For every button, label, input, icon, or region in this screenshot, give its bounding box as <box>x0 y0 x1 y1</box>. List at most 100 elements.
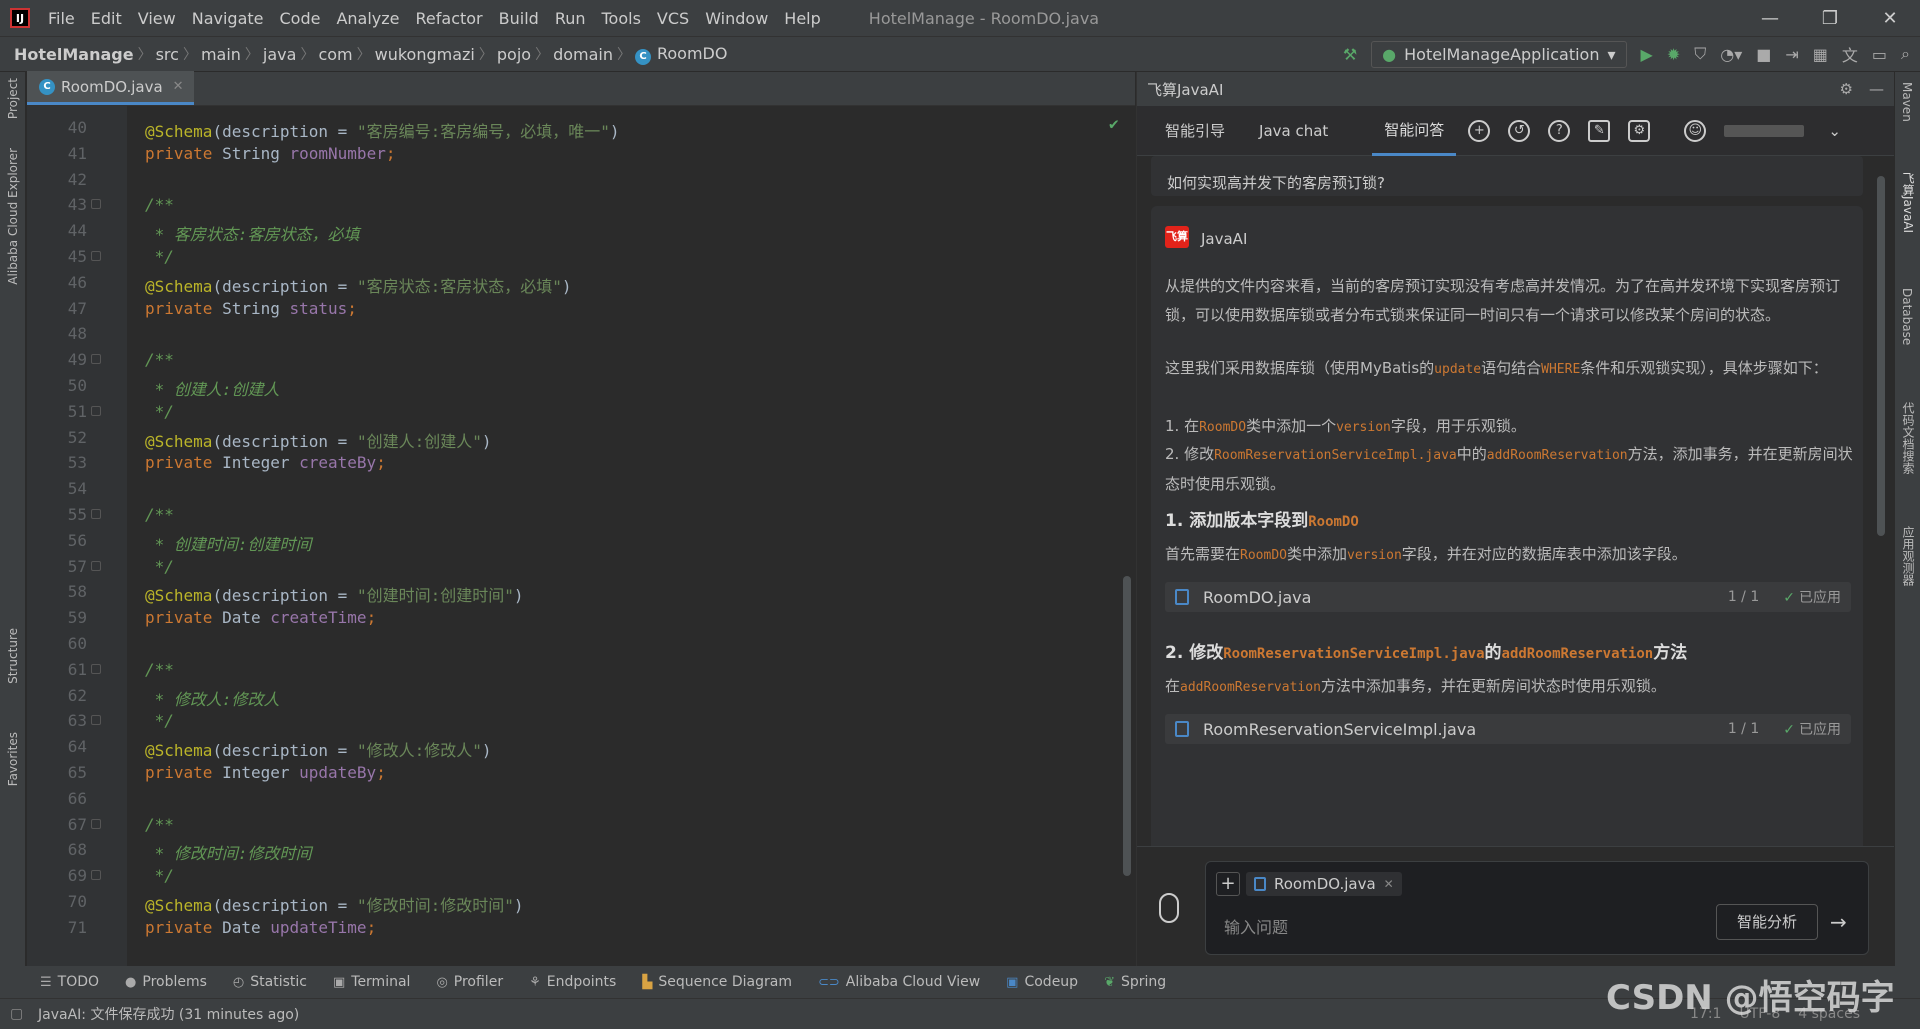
fold-marker-icon[interactable] <box>91 870 101 881</box>
settings-icon[interactable]: ⚙ <box>1628 119 1651 142</box>
edit-icon[interactable]: ✎ <box>1588 119 1611 142</box>
code-token: ) <box>609 122 620 141</box>
build-hammer-icon[interactable]: ⚒ <box>1343 45 1357 64</box>
tool-statistic[interactable]: ◴ Statistic <box>233 974 307 990</box>
new-chat-plus-icon[interactable]: + <box>1468 119 1491 142</box>
breadcrumb-project[interactable]: HotelManage <box>0 45 138 64</box>
menu-build[interactable]: Build <box>491 9 547 28</box>
presentation-icon[interactable]: ▭ <box>1872 45 1887 64</box>
menu-window[interactable]: Window <box>697 9 776 28</box>
javaai-tool-button[interactable]: 飞算JavaAI <box>1900 172 1917 233</box>
send-icon[interactable]: → <box>1830 910 1847 934</box>
code-line: @Schema(description = "创建时间:创建时间") <box>145 582 523 606</box>
search-icon[interactable]: ⌕ <box>1901 44 1910 64</box>
menu-tools[interactable]: Tools <box>594 9 649 28</box>
code-file-row-service-impl[interactable]: RoomReservationServiceImpl.java 1 / 1 ✓ 已… <box>1165 714 1851 744</box>
breadcrumb-src[interactable]: src <box>152 45 183 64</box>
question-input[interactable]: 输入问题 <box>1224 914 1288 938</box>
microphone-icon[interactable] <box>1159 893 1179 923</box>
text: 字段，用于乐观锁。 <box>1390 417 1526 435</box>
tool-profiler[interactable]: ◎ Profiler <box>436 974 503 990</box>
smart-analyze-button[interactable]: 智能分析 <box>1716 904 1818 940</box>
breadcrumb-java[interactable]: java <box>259 45 301 64</box>
favorites-tool-button[interactable]: Favorites <box>6 732 20 786</box>
coverage-icon[interactable]: ⛉ <box>1694 44 1706 64</box>
chat-scrollbar[interactable] <box>1877 176 1885 536</box>
close-icon[interactable]: ✕ <box>1860 8 1920 29</box>
menu-navigate[interactable]: Navigate <box>184 9 272 28</box>
breadcrumb-main[interactable]: main <box>197 45 245 64</box>
editor-scrollbar[interactable] <box>1123 576 1131 876</box>
file-page: 1 / 1 <box>1727 721 1760 737</box>
tool-alibaba-cloud-view[interactable]: ⊂⊃ Alibaba Cloud View <box>818 974 980 990</box>
tool-label: Terminal <box>351 974 411 990</box>
tool-endpoints[interactable]: ⚘ Endpoints <box>529 974 616 990</box>
fold-marker-icon[interactable] <box>91 251 101 261</box>
stop-icon[interactable]: ■ <box>1756 45 1771 64</box>
context-file-chip[interactable]: RoomDO.java ✕ <box>1246 872 1402 896</box>
toggle-tool-windows-icon[interactable]: ▢ <box>10 1006 23 1022</box>
run-icon[interactable]: ▶ <box>1641 45 1653 64</box>
line-number: 60 <box>67 634 87 653</box>
breadcrumb-pojo[interactable]: pojo <box>493 45 535 64</box>
tool-spring[interactable]: ❦ Spring <box>1104 974 1166 990</box>
menu-help[interactable]: Help <box>776 9 828 28</box>
attach-icon[interactable]: ⇥ <box>1785 45 1798 64</box>
profile-icon[interactable]: ◔▾ <box>1720 45 1742 64</box>
structure-tool-button[interactable]: Structure <box>6 628 20 684</box>
menu-edit[interactable]: Edit <box>83 9 130 28</box>
editor-tab-roomdo[interactable]: C RoomDO.java ✕ <box>27 71 194 105</box>
tab-smart-qa[interactable]: 智能问答 <box>1372 106 1457 156</box>
breadcrumb-wukongmazi[interactable]: wukongmazi <box>371 45 479 64</box>
fold-marker-icon[interactable] <box>91 818 101 829</box>
tool-todo[interactable]: ☰ TODO <box>40 974 99 990</box>
fold-marker-icon[interactable] <box>91 405 101 416</box>
tool-codeup[interactable]: ▣ Codeup <box>1006 974 1078 990</box>
tab-smart-guide[interactable]: 智能引导 <box>1165 106 1251 156</box>
doc-search-tool-button[interactable]: 代码文档搜索 <box>1900 402 1917 474</box>
debug-icon[interactable]: ✹ <box>1667 45 1680 64</box>
minimize-icon[interactable]: — <box>1740 8 1800 29</box>
remove-chip-icon[interactable]: ✕ <box>1384 877 1394 891</box>
database-tool-button[interactable]: Database <box>1900 288 1914 345</box>
fold-marker-icon[interactable] <box>91 715 101 726</box>
fold-marker-icon[interactable] <box>91 509 101 519</box>
fold-marker-icon[interactable] <box>91 663 101 674</box>
inspection-ok-icon[interactable]: ✔ <box>1109 114 1119 133</box>
breadcrumb-domain[interactable]: domain <box>549 45 617 64</box>
app-monitor-tool-button[interactable]: 应用观测器 <box>1900 526 1917 586</box>
breadcrumb-com[interactable]: com <box>314 45 356 64</box>
user-avatar-icon[interactable]: ☺ <box>1684 119 1707 142</box>
menu-run[interactable]: Run <box>547 9 594 28</box>
menu-analyze[interactable]: Analyze <box>328 9 407 28</box>
settings-gear-icon[interactable]: ⚙ <box>1840 80 1853 98</box>
fold-marker-icon[interactable] <box>91 560 101 571</box>
history-icon[interactable]: ↺ <box>1508 119 1531 142</box>
chevron-down-icon[interactable]: ⌄ <box>1828 122 1841 140</box>
add-context-button[interactable]: + <box>1216 872 1240 896</box>
translate-icon[interactable]: 文 <box>1842 42 1858 66</box>
project-tool-button[interactable]: Project <box>6 78 20 119</box>
menu-refactor[interactable]: Refactor <box>408 9 491 28</box>
maven-tool-button[interactable]: Maven <box>1900 82 1914 122</box>
fold-marker-icon[interactable] <box>91 354 101 365</box>
menu-file[interactable]: File <box>40 9 83 28</box>
alibaba-cloud-explorer-button[interactable]: Alibaba Cloud Explorer <box>6 148 20 285</box>
menu-vcs[interactable]: VCS <box>649 9 697 28</box>
help-icon[interactable]: ? <box>1548 119 1571 142</box>
breadcrumb-class[interactable]: C RoomDO <box>631 44 731 65</box>
code-file-row-roomdo[interactable]: RoomDO.java 1 / 1 ✓ 已应用 <box>1165 582 1851 612</box>
close-tab-icon[interactable]: ✕ <box>173 79 184 94</box>
tool-terminal[interactable]: ▣ Terminal <box>333 974 410 990</box>
menu-code[interactable]: Code <box>272 9 329 28</box>
fold-marker-icon[interactable] <box>91 199 101 210</box>
hide-panel-icon[interactable]: — <box>1869 80 1884 98</box>
tool-sequence-diagram[interactable]: ▙ Sequence Diagram <box>642 974 792 990</box>
project-structure-icon[interactable]: ▦ <box>1813 45 1828 64</box>
menu-view[interactable]: View <box>130 9 184 28</box>
tab-java-chat[interactable]: Java chat <box>1251 106 1372 156</box>
code-editor[interactable]: ✔ 40 @Schema(description = "客房编号:客房编号，必填，… <box>27 106 1135 966</box>
tool-problems[interactable]: ● Problems <box>125 974 207 990</box>
restore-icon[interactable]: ❐ <box>1800 8 1860 29</box>
run-configuration-select[interactable]: ● HotelManageApplication ▾ <box>1371 40 1627 68</box>
